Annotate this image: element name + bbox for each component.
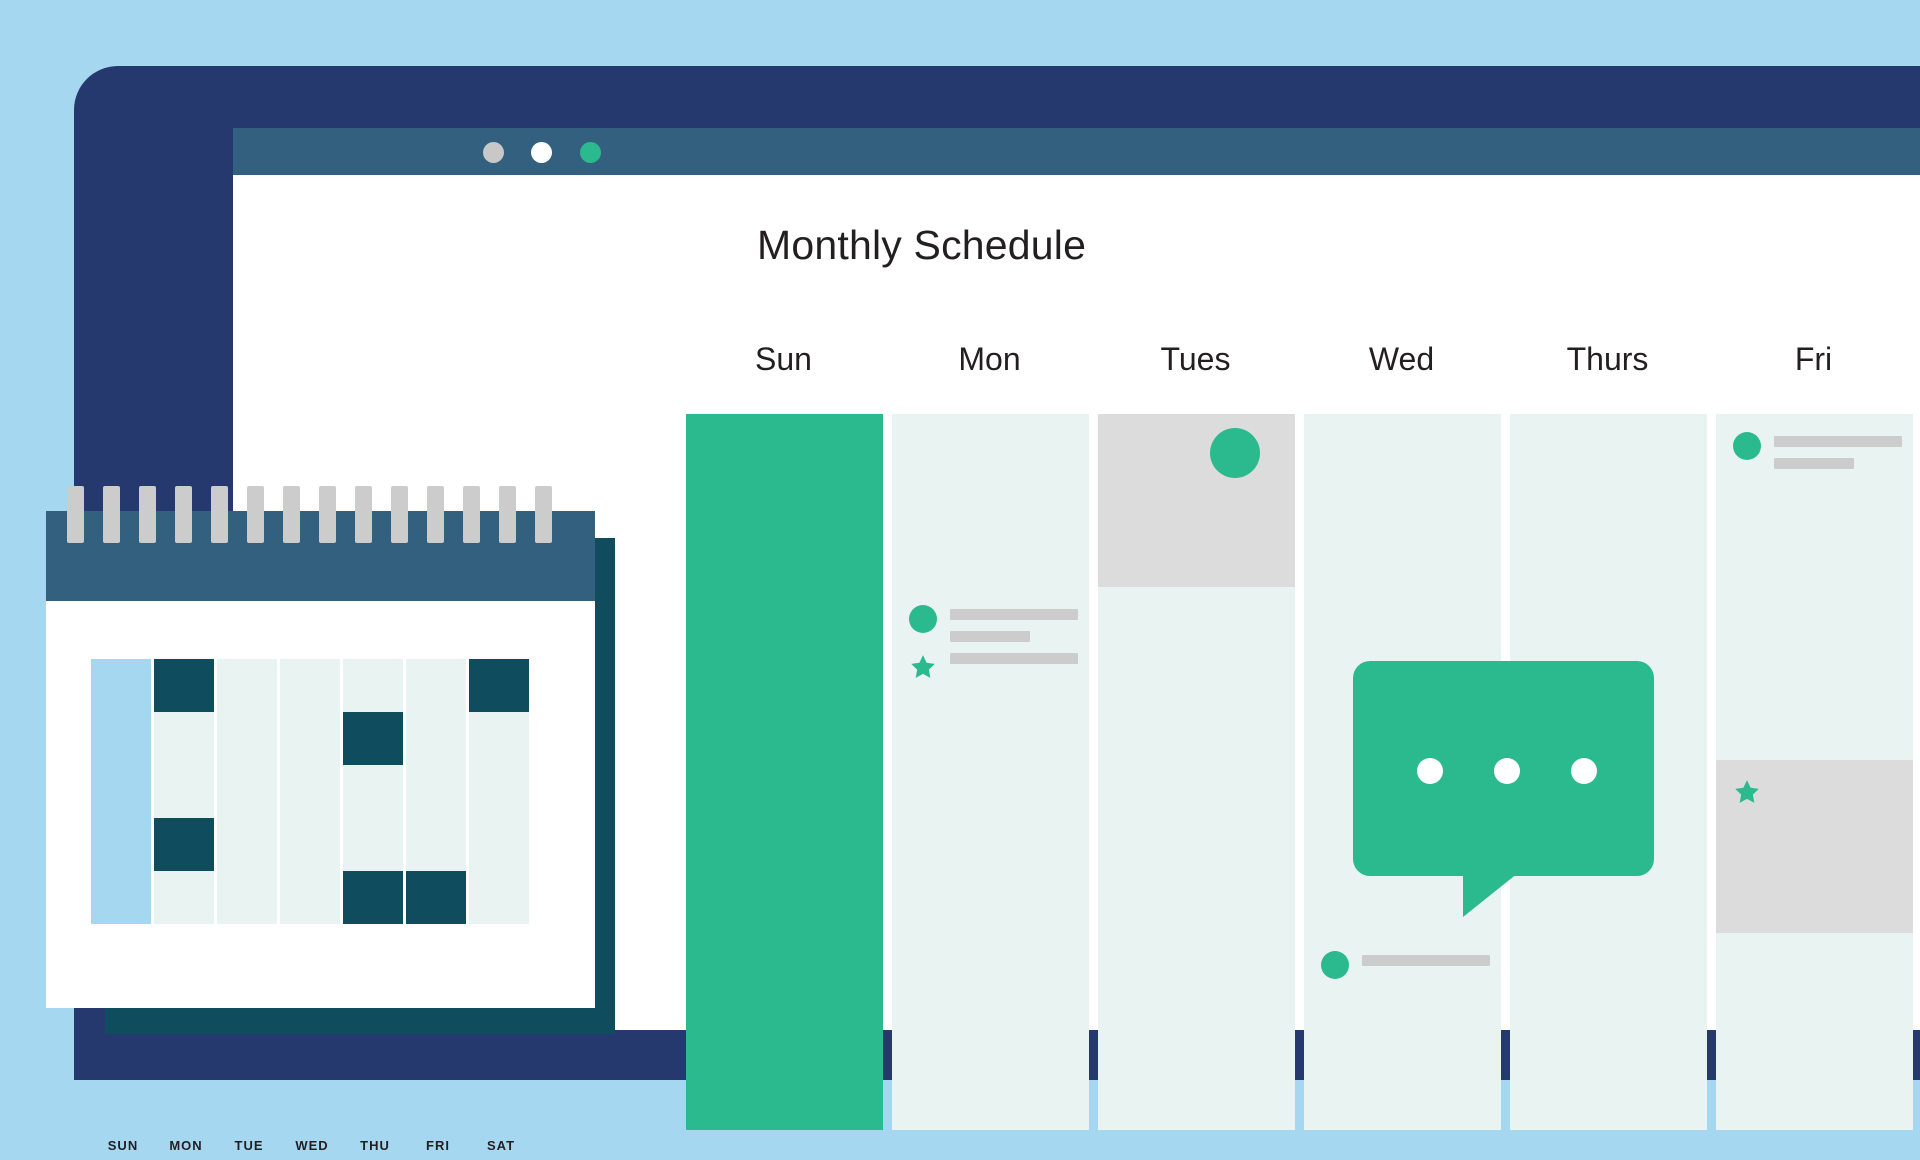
event-text-bar <box>950 653 1078 664</box>
calendar-day-cell[interactable] <box>686 587 883 784</box>
calendar-day-cell[interactable] <box>892 933 1089 1130</box>
desk-calendar-day-cell[interactable] <box>91 871 151 924</box>
event-circle-icon <box>909 605 937 633</box>
calendar-day-cell[interactable] <box>1098 587 1295 784</box>
desk-calendar-day-cell[interactable] <box>343 712 403 765</box>
calendar-day-cell[interactable] <box>892 587 1089 784</box>
desk-calendar-day-cell[interactable] <box>280 765 340 818</box>
desk-calendar-day-cell[interactable] <box>406 871 466 924</box>
desk-weekday-header-sat: SAT <box>486 1138 516 1153</box>
calendar-day-cell[interactable] <box>1304 933 1501 1130</box>
desk-calendar-day-cell[interactable] <box>154 765 214 818</box>
desk-calendar: SUN MON TUE WED THU FRI SAT <box>46 486 595 1153</box>
desk-calendar-day-cell[interactable] <box>469 659 529 712</box>
calendar-day-cell[interactable] <box>686 414 883 611</box>
desk-weekday-header-thu: THU <box>360 1138 390 1153</box>
close-dot-icon[interactable] <box>483 142 504 163</box>
event-circle-icon <box>1321 951 1349 979</box>
desk-calendar-day-cell[interactable] <box>280 871 340 924</box>
calendar-day-cell[interactable] <box>1304 414 1501 611</box>
weekday-header-tues: Tues <box>1160 341 1231 377</box>
desk-calendar-day-cell[interactable] <box>280 712 340 765</box>
desk-weekday-row: SUN MON TUE WED THU FRI SAT <box>46 1138 595 1160</box>
weekday-header-mon: Mon <box>958 341 1021 377</box>
desk-calendar-day-cell[interactable] <box>217 659 277 712</box>
calendar-day-cell[interactable] <box>1716 760 1913 957</box>
desk-calendar-day-cell[interactable] <box>154 871 214 924</box>
calendar-day-cell[interactable] <box>1510 933 1707 1130</box>
calendar-day-cell[interactable] <box>686 933 883 1130</box>
bubble-dot-icon <box>1494 758 1520 784</box>
desk-calendar-day-cell[interactable] <box>91 818 151 871</box>
event-text-bar <box>1774 458 1854 469</box>
event-circle-icon <box>1733 432 1761 460</box>
desk-calendar-day-cell[interactable] <box>154 659 214 712</box>
maximize-dot-icon[interactable] <box>580 142 601 163</box>
event-text-bar <box>1774 436 1902 447</box>
bubble-dot-icon <box>1417 758 1443 784</box>
event-star-icon <box>909 653 937 681</box>
weekday-header-sun: Sun <box>755 341 812 377</box>
desk-calendar-day-cell[interactable] <box>280 818 340 871</box>
desk-calendar-day-cell[interactable] <box>91 765 151 818</box>
desk-calendar-day-cell[interactable] <box>343 765 403 818</box>
minimize-dot-icon[interactable] <box>531 142 552 163</box>
desk-weekday-header-sun: SUN <box>107 1138 139 1153</box>
desk-calendar-day-cell[interactable] <box>406 712 466 765</box>
desk-calendar-day-cell[interactable] <box>217 818 277 871</box>
desk-calendar-day-cell[interactable] <box>469 871 529 924</box>
desk-calendar-day-cell[interactable] <box>469 712 529 765</box>
desk-weekday-header-tue: TUE <box>234 1138 264 1153</box>
calendar-day-cell[interactable] <box>1098 933 1295 1130</box>
desk-calendar-day-cell[interactable] <box>154 712 214 765</box>
desk-calendar-day-cell[interactable] <box>343 818 403 871</box>
desk-calendar-day-cell[interactable] <box>343 871 403 924</box>
bubble-dot-icon <box>1571 758 1597 784</box>
browser-titlebar <box>233 128 1920 175</box>
desk-calendar-grid <box>46 511 595 1008</box>
event-circle-icon <box>1210 428 1260 478</box>
bubble-tail-icon <box>1463 857 1538 917</box>
page-title: Monthly Schedule <box>757 222 1087 268</box>
weekday-header-thurs: Thurs <box>1566 341 1649 377</box>
desk-calendar-day-cell[interactable] <box>406 765 466 818</box>
calendar-day-cell[interactable] <box>892 414 1089 611</box>
calendar-day-cell[interactable] <box>1716 933 1913 1130</box>
weekday-header-fri: Fri <box>1794 341 1833 377</box>
desk-calendar-day-cell[interactable] <box>217 871 277 924</box>
weekday-header-wed: Wed <box>1368 341 1435 377</box>
desk-calendar-day-cell[interactable] <box>280 659 340 712</box>
screenshot-stage: Monthly Schedule Sun Mon Tues Wed Thurs Fri S… <box>0 0 1920 1153</box>
event-text-bar <box>1362 955 1490 966</box>
desk-calendar-day-cell[interactable] <box>406 659 466 712</box>
calendar-day-cell[interactable] <box>1510 414 1707 611</box>
calendar-grid <box>686 414 1920 1130</box>
desk-calendar-day-cell[interactable] <box>217 712 277 765</box>
desk-calendar-day-cell[interactable] <box>154 818 214 871</box>
desk-calendar-day-cell[interactable] <box>91 712 151 765</box>
calendar-day-cell[interactable] <box>686 760 883 957</box>
calendar-day-cell[interactable] <box>892 760 1089 957</box>
weekday-header-row: Sun Mon Tues Wed Thurs Fri <box>686 341 1920 389</box>
desk-weekday-header-wed: WED <box>295 1138 329 1153</box>
event-star-icon <box>1733 778 1761 806</box>
calendar-day-cell[interactable] <box>1716 587 1913 784</box>
desk-calendar-day-cell[interactable] <box>343 659 403 712</box>
calendar-day-cell[interactable] <box>1098 414 1295 611</box>
desk-weekday-header-fri: FRI <box>426 1138 450 1153</box>
desk-calendar-day-cell[interactable] <box>217 765 277 818</box>
calendar-day-cell[interactable] <box>1098 760 1295 957</box>
desk-weekday-header-mon: MON <box>169 1138 203 1153</box>
calendar-day-cell[interactable] <box>1716 414 1913 611</box>
desk-calendar-day-cell[interactable] <box>469 765 529 818</box>
desk-calendar-day-cell[interactable] <box>406 818 466 871</box>
desk-calendar-day-cell[interactable] <box>469 818 529 871</box>
event-text-bar <box>950 609 1078 620</box>
event-text-bar <box>950 631 1030 642</box>
desk-calendar-day-cell[interactable] <box>91 659 151 712</box>
